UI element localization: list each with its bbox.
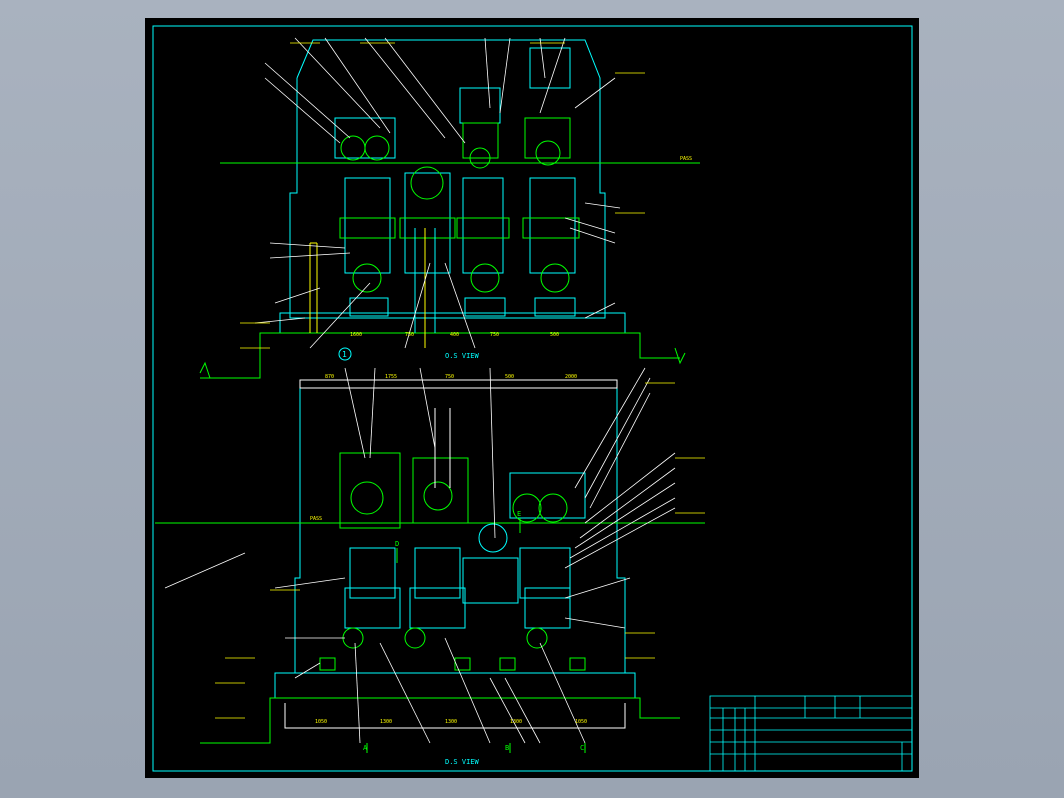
section-mark-labels: A B CDE [363, 510, 584, 752]
dimension-bottom-2: 1300 [445, 719, 457, 725]
dimension-bottom-3: 1300 [510, 719, 522, 725]
section-mark-b: B [505, 744, 509, 752]
drawing-border [152, 25, 913, 772]
lower-leaders [164, 367, 676, 744]
dimension-lower-top-0: 870 [325, 374, 334, 380]
lower-ground [200, 697, 680, 744]
upper-stand-2 [399, 166, 456, 333]
dimension-top-2: 400 [450, 332, 459, 338]
lower-pass-label: PASS [310, 516, 322, 522]
upper-stand-3 [456, 87, 510, 317]
lower-housing [294, 387, 626, 674]
lower-foundation [274, 672, 636, 699]
dimension-bottom-0: 1050 [315, 719, 327, 725]
upper-pass-label: PASS [680, 156, 692, 162]
cad-drawing-canvas: 1 O.S VIEW D.S VIEW PASS PASS A B CDE 1600… [152, 25, 913, 772]
dimension-lower-top-3: 500 [505, 374, 514, 380]
lower-stand-3 [462, 523, 519, 604]
dimension-lower-top-1: 1755 [385, 374, 397, 380]
upper-stand-1 [334, 117, 396, 317]
drawing-sheet: 1 O.S VIEW D.S VIEW PASS PASS ABCDE 1600… [145, 18, 919, 778]
dimension-top-1: 750 [405, 332, 414, 338]
section-mark-e: E [517, 510, 521, 518]
title-block [709, 695, 913, 772]
dimension-top-0: 1600 [350, 332, 362, 338]
bottom-view-label: D.S VIEW [445, 758, 480, 766]
section-mark-c: C [580, 744, 584, 752]
circle-ref-label: 1 [342, 350, 347, 359]
dimension-top-4: 500 [550, 332, 559, 338]
dimension-lower-top-4: 2000 [565, 374, 577, 380]
lower-stand-2 [404, 457, 469, 649]
upper-housing [289, 39, 606, 319]
upper-stand-4 [522, 47, 580, 317]
upper-view [199, 39, 700, 379]
top-view-label: O.S VIEW [445, 352, 480, 360]
lower-stand-4 [509, 472, 586, 649]
upper-ground [200, 332, 680, 379]
lower-view [155, 379, 705, 744]
dimension-top-3: 750 [490, 332, 499, 338]
dimension-bottom-1: 1300 [380, 719, 392, 725]
section-mark-d: D [395, 540, 399, 548]
dimension-bottom-4: 1050 [575, 719, 587, 725]
dimension-lower-top-2: 750 [445, 374, 454, 380]
section-arrows [366, 518, 586, 753]
lower-stand-1 [339, 452, 401, 649]
